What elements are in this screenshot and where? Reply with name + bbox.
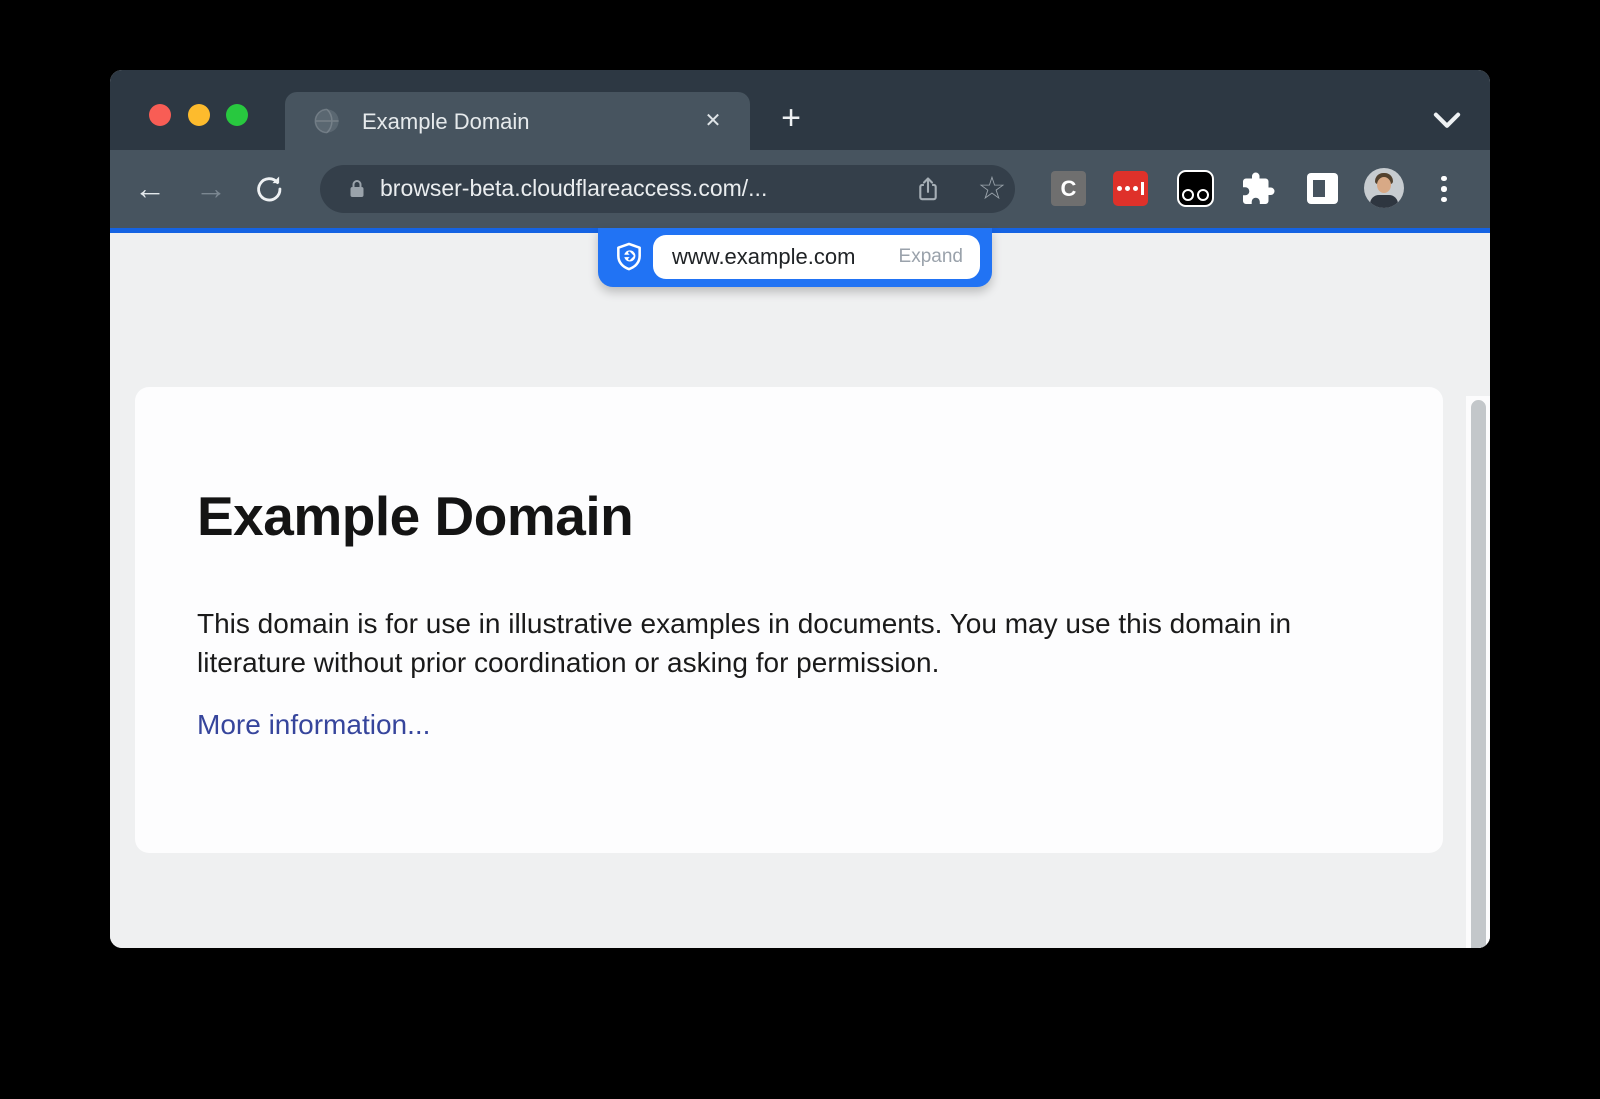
- browser-toolbar: ← → browser-beta.cloudflareaccess.com/..…: [110, 150, 1490, 228]
- avatar-shoulders: [1370, 195, 1398, 208]
- kebab-dot: [1441, 176, 1447, 182]
- expand-button[interactable]: Expand: [899, 246, 963, 268]
- lastpass-dot: [1117, 186, 1122, 191]
- shield-arrow-icon: [613, 241, 645, 273]
- new-tab-button[interactable]: +: [768, 96, 814, 142]
- kebab-dot: [1441, 197, 1447, 203]
- isolated-host-text: www.example.com: [672, 244, 855, 270]
- tab-strip: Example Domain ✕ +: [110, 70, 1490, 150]
- tab-example-domain[interactable]: Example Domain ✕: [285, 92, 750, 150]
- lastpass-dot: [1133, 186, 1138, 191]
- desktop-background: Example Domain ✕ + ← → browser-beta.cl: [0, 0, 1600, 1099]
- chevron-down-icon[interactable]: [1428, 106, 1466, 136]
- browser-menu-kebab-icon[interactable]: [1431, 170, 1457, 208]
- browser-window: Example Domain ✕ + ← → browser-beta.cl: [110, 70, 1490, 948]
- close-window-button[interactable]: [149, 104, 171, 126]
- forward-button[interactable]: →: [191, 169, 231, 209]
- bookmark-star-icon[interactable]: ☆: [976, 170, 1008, 206]
- isolation-banner[interactable]: www.example.com Expand: [598, 228, 992, 287]
- close-tab-icon[interactable]: ✕: [698, 106, 728, 136]
- extensions-puzzle-icon[interactable]: [1240, 171, 1276, 207]
- content-card: Example Domain This domain is for use in…: [135, 387, 1443, 853]
- goggles-right-lens: [1197, 189, 1209, 201]
- lastpass-extension-icon[interactable]: [1113, 171, 1148, 206]
- goggles-extension-icon[interactable]: [1177, 170, 1214, 207]
- side-panel-icon[interactable]: [1307, 173, 1338, 204]
- tab-title: Example Domain: [362, 109, 530, 135]
- more-information-link[interactable]: More information...: [197, 709, 430, 741]
- reload-button[interactable]: [253, 173, 285, 205]
- address-bar[interactable]: browser-beta.cloudflareaccess.com/... ☆: [320, 165, 1015, 213]
- avatar-face: [1377, 177, 1391, 193]
- scrollbar-track[interactable]: [1466, 396, 1490, 948]
- scrollbar-thumb[interactable]: [1471, 400, 1486, 948]
- url-text[interactable]: browser-beta.cloudflareaccess.com/...: [380, 175, 767, 202]
- lock-icon[interactable]: [345, 177, 369, 201]
- side-panel-hole: [1313, 180, 1325, 197]
- page-viewport: Example Domain This domain is for use in…: [110, 233, 1490, 948]
- page-paragraph: This domain is for use in illustrative e…: [197, 604, 1362, 682]
- goggles-left-lens: [1182, 189, 1194, 201]
- lastpass-bar: [1141, 182, 1144, 195]
- extension-c-icon[interactable]: C: [1051, 171, 1086, 206]
- page-title: Example Domain: [197, 484, 633, 548]
- zoom-window-button[interactable]: [226, 104, 248, 126]
- share-icon[interactable]: [914, 175, 942, 203]
- isolated-host-pill[interactable]: www.example.com Expand: [653, 235, 980, 279]
- profile-avatar[interactable]: [1364, 168, 1404, 208]
- globe-favicon-icon: [313, 107, 341, 135]
- minimize-window-button[interactable]: [188, 104, 210, 126]
- back-button[interactable]: ←: [130, 169, 170, 209]
- kebab-dot: [1441, 186, 1447, 192]
- lastpass-dot: [1125, 186, 1130, 191]
